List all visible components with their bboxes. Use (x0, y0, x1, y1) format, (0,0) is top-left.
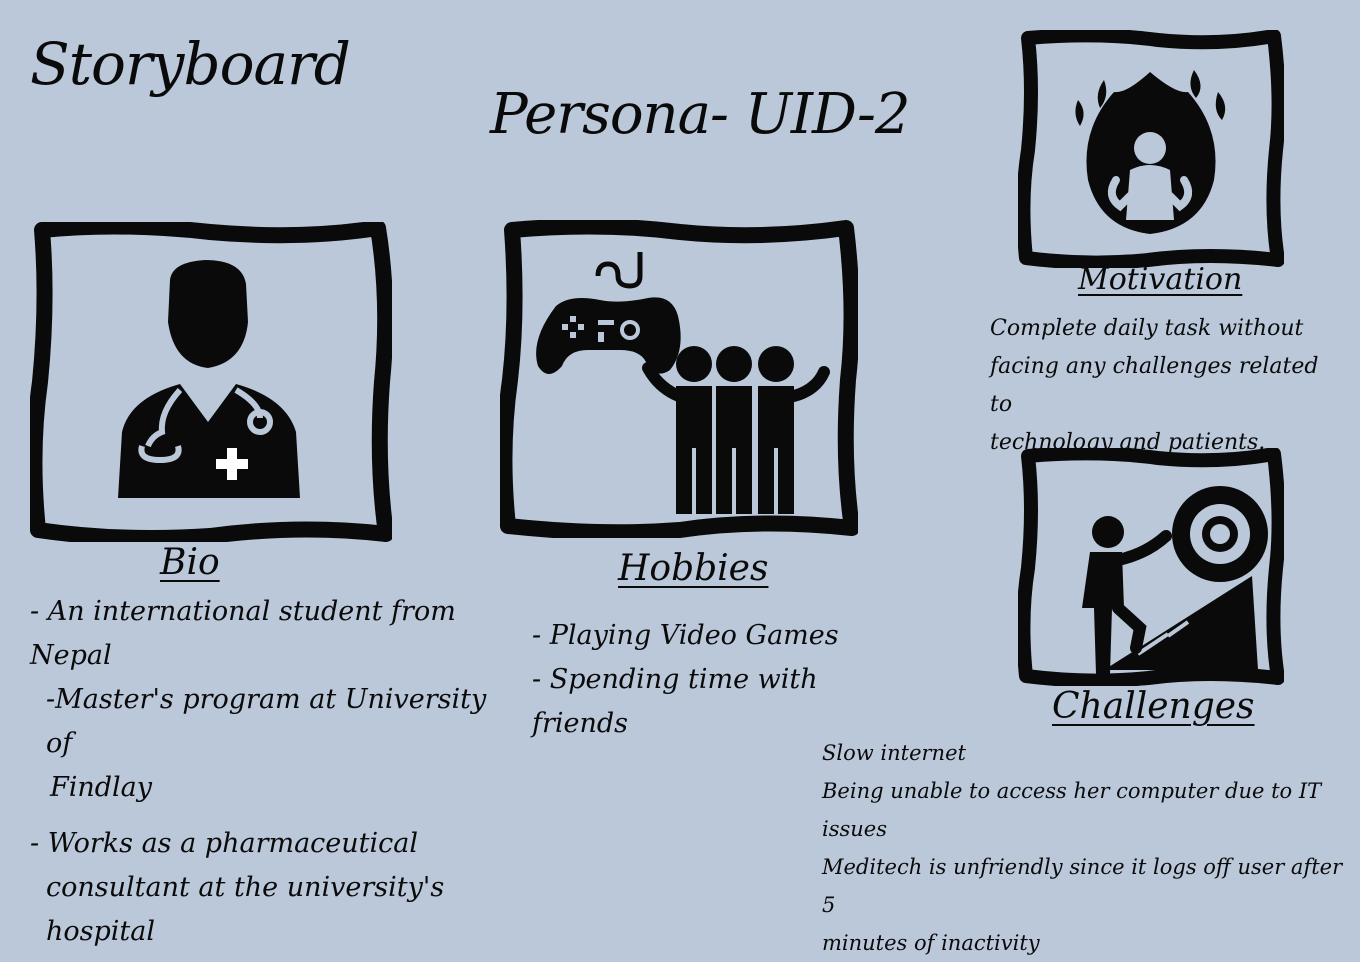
hobbies-list: - Playing Video Games - Spending time wi… (532, 614, 852, 746)
bio-heading: Bio (160, 542, 220, 583)
page-title: Storyboard (30, 30, 351, 98)
bio-item: -Master's program at University of (46, 684, 487, 759)
bio-item: consultant at the university's (46, 872, 445, 903)
hobbies-item: - Playing Video Games (532, 620, 839, 651)
motivation-frame (1018, 30, 1284, 268)
motivation-text: Complete daily task without facing any c… (990, 310, 1340, 462)
hobbies-frame (500, 220, 858, 538)
challenges-text: Slow internet Being unable to access her… (822, 734, 1352, 962)
doctor-icon (118, 260, 300, 498)
bio-item: Findlay (50, 772, 153, 803)
hobbies-heading: Hobbies (618, 548, 769, 589)
bio-frame (30, 222, 392, 542)
challenges-heading: Challenges (1052, 686, 1255, 727)
hobbies-item: friends (532, 708, 629, 739)
game-controller-friends-icon (536, 252, 830, 514)
persona-title: Persona- UID-2 (490, 82, 911, 147)
bio-item: hospital (46, 916, 156, 947)
challenges-line: minutes of inactivity (822, 931, 1040, 955)
challenges-line: Meditech is unfriendly since it logs off… (822, 855, 1343, 917)
climbing-gear-icon (1082, 486, 1268, 674)
challenges-line: Being unable to access her computer due … (822, 779, 1322, 841)
motivation-line: technology and patients. (990, 430, 1266, 455)
flame-strength-icon (1075, 70, 1226, 234)
motivation-line: facing any challenges related to (990, 354, 1319, 417)
bio-item: - An international student from Nepal (30, 596, 456, 671)
challenges-frame (1018, 448, 1284, 686)
bio-item: - Works as a pharmaceutical (30, 828, 419, 859)
hobbies-item: - Spending time with (532, 664, 818, 695)
challenges-line: Slow internet (822, 741, 966, 765)
motivation-line: Complete daily task without (990, 316, 1304, 341)
bio-list: - An international student from Nepal -M… (30, 590, 510, 954)
motivation-heading: Motivation (1078, 262, 1243, 297)
